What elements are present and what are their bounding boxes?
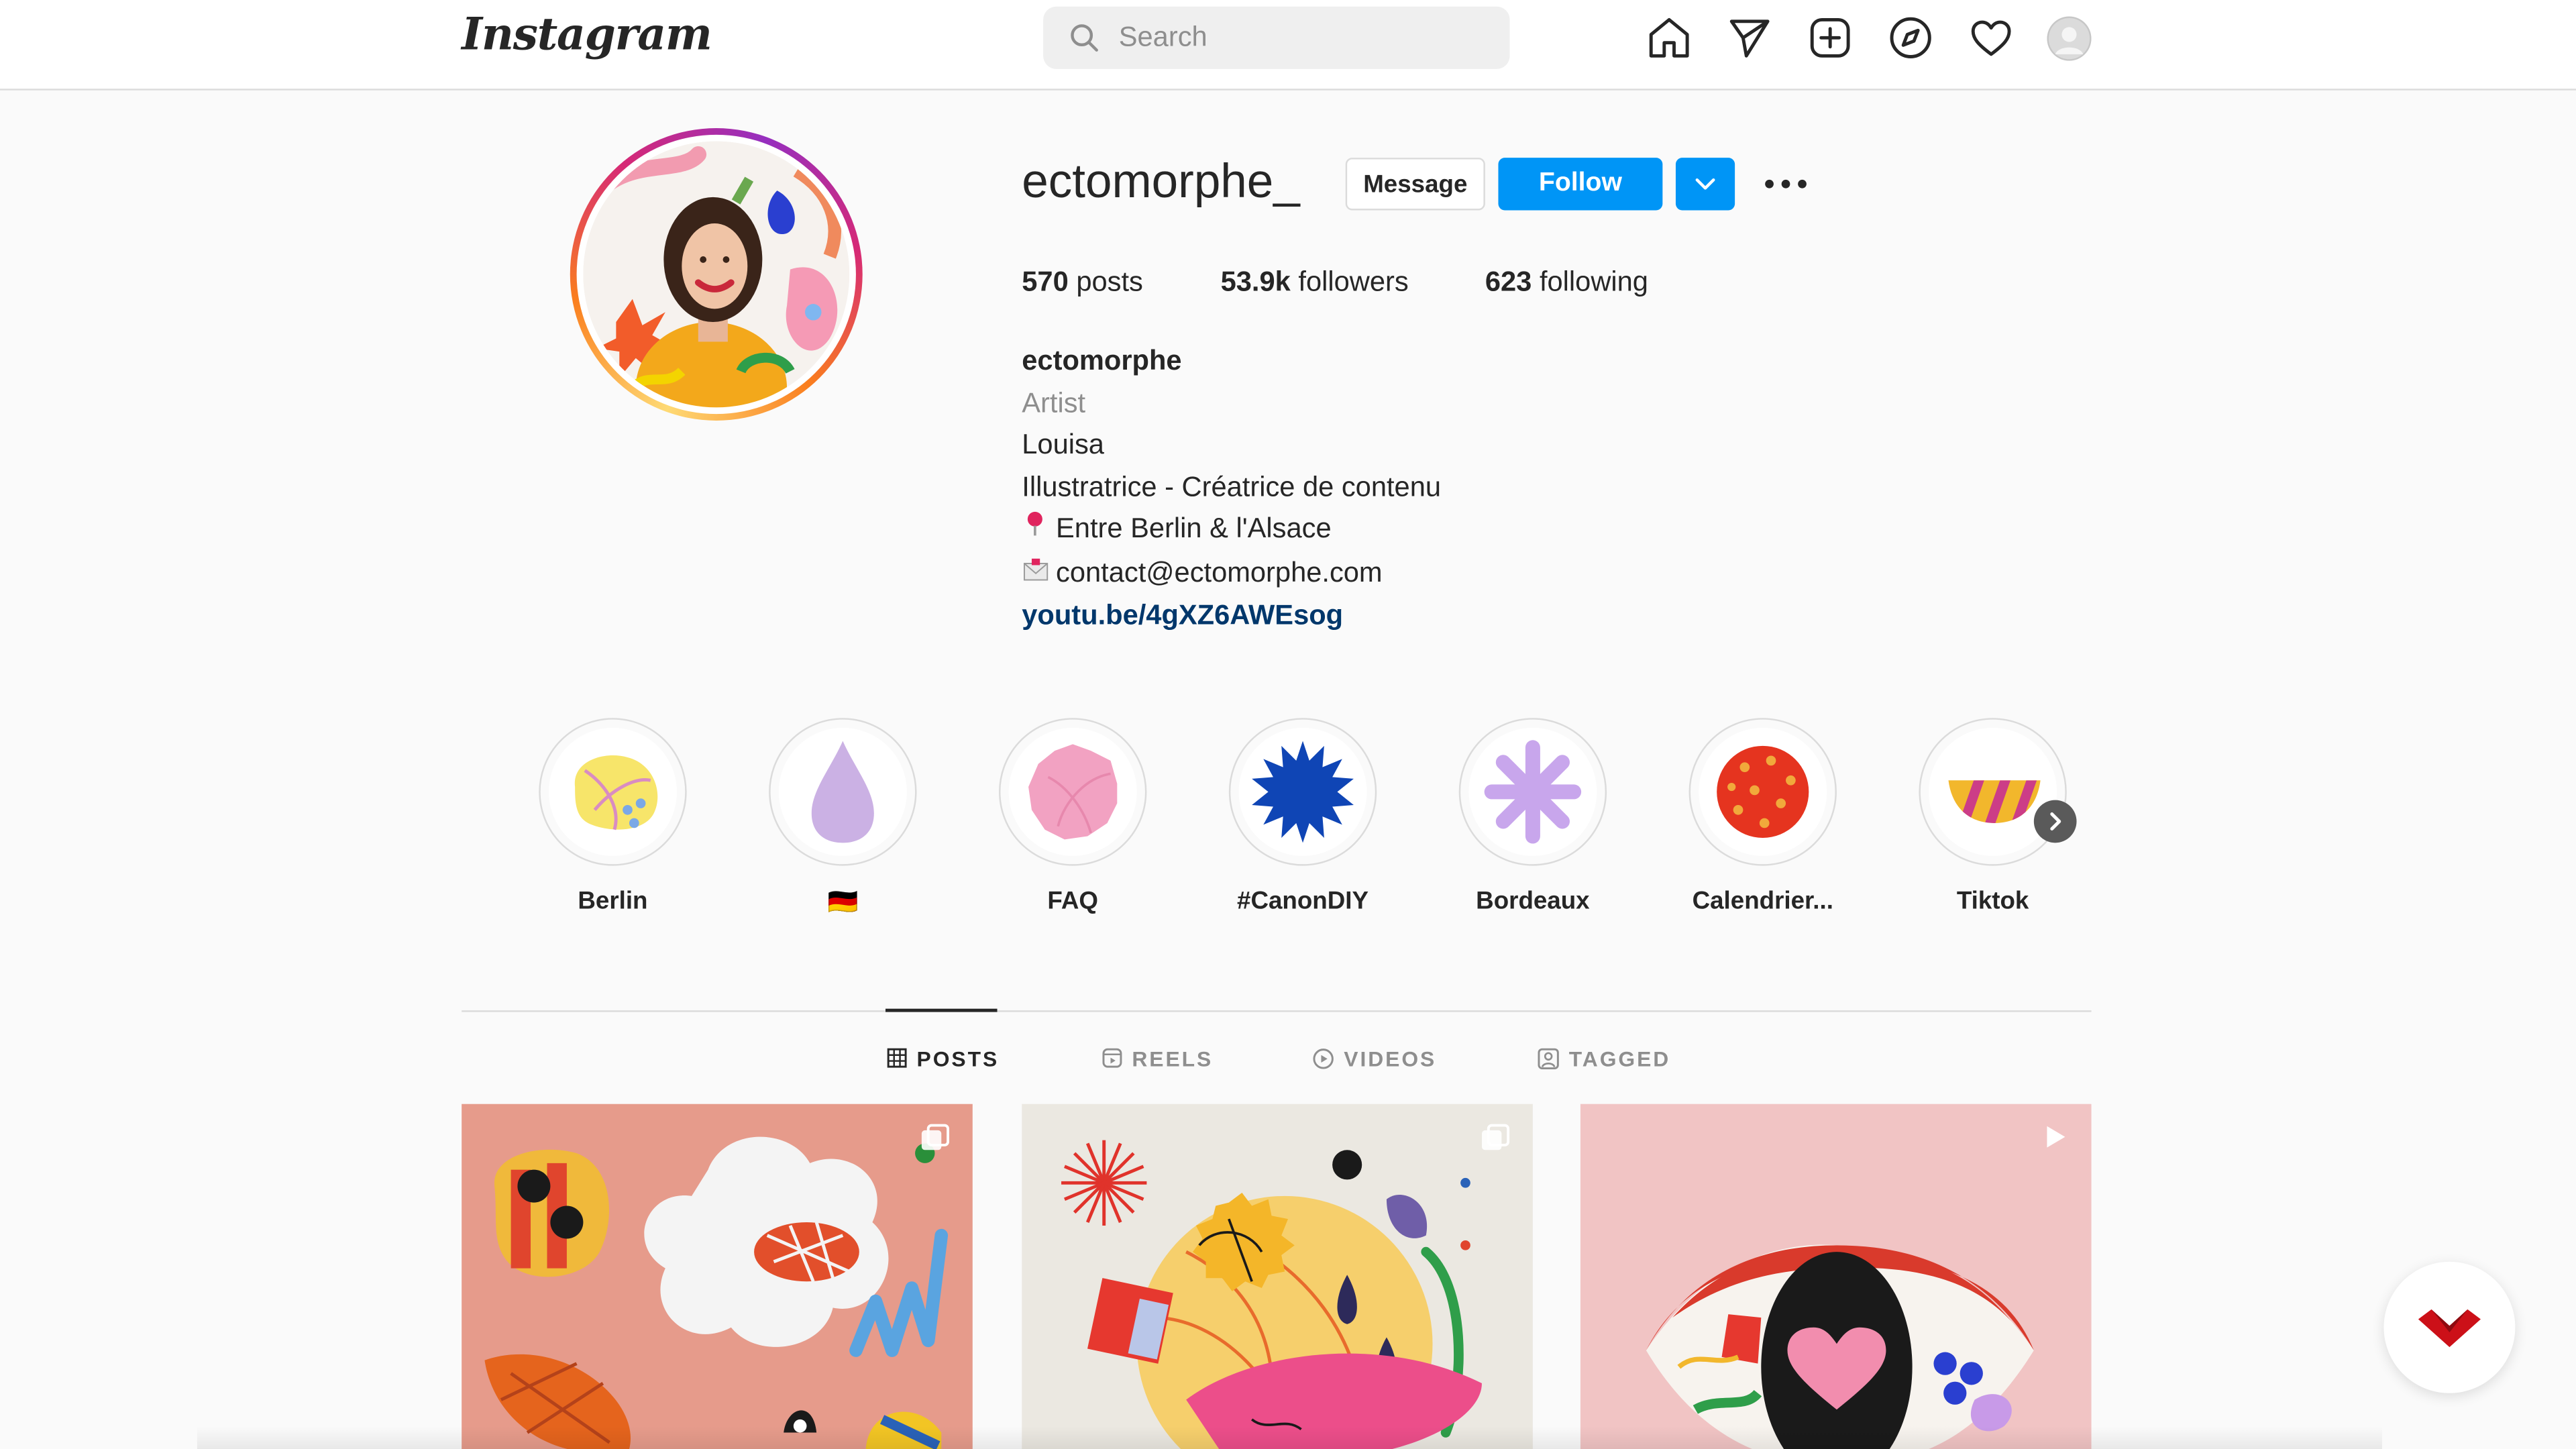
post-thumbnail[interactable] <box>1580 1104 2092 1449</box>
grid-icon <box>887 1048 907 1068</box>
envelope-icon <box>1022 553 1048 594</box>
search-icon <box>1071 24 1098 52</box>
post-image <box>484 1136 949 1449</box>
top-navigation-bar: Instagram <box>0 0 2576 91</box>
tab-posts[interactable]: POSTS <box>887 1043 999 1073</box>
followers-count[interactable]: 53.9k followers <box>1221 266 1409 299</box>
highlight-label: #CanonDIY <box>1237 887 1369 916</box>
highlight-faq[interactable]: FAQ <box>998 718 1147 915</box>
highlight-canondiy[interactable]: #CanonDIY <box>1228 718 1377 915</box>
post-thumbnail[interactable] <box>462 1104 973 1449</box>
post-thumbnail[interactable] <box>1022 1104 1533 1449</box>
tabs-divider <box>462 1010 2092 1012</box>
following-count-label: following <box>1539 266 1648 298</box>
profile-bio: ectomorphe Artist Louisa Illustratrice -… <box>1022 340 1441 637</box>
new-post-button[interactable] <box>1805 13 1854 62</box>
chevron-down-icon <box>1695 178 1715 190</box>
highlight-label: Tiktok <box>1956 887 2029 916</box>
tab-label: REELS <box>1132 1045 1214 1071</box>
activity-button[interactable] <box>1966 13 2015 62</box>
posts-count-label: posts <box>1076 266 1143 298</box>
highlight-label: 🇩🇪 <box>827 888 859 917</box>
chevron-right-icon <box>2050 812 2061 830</box>
tab-label: VIDEOS <box>1344 1045 1437 1071</box>
highlight-cover <box>778 727 907 856</box>
more-options-button[interactable] <box>1761 161 1810 207</box>
posts-count: 570 posts <box>1022 266 1143 299</box>
carousel-icon <box>921 1124 950 1150</box>
tab-videos[interactable]: VIDEOS <box>1313 1043 1436 1073</box>
instagram-logo[interactable]: Instagram <box>462 10 712 61</box>
bio-line-location: Entre Berlin & l'Alsace <box>1022 508 1441 551</box>
page-bottom-shadow <box>197 1426 2383 1449</box>
profile-username: ectomorphe_ <box>1022 156 1300 209</box>
highlight-cover <box>1699 727 1827 856</box>
followers-count-label: followers <box>1298 266 1409 298</box>
new-post-icon <box>1810 17 1850 58</box>
profile-picture <box>583 141 850 408</box>
explore-icon <box>1890 17 1931 58</box>
highlight-cover <box>1008 727 1137 856</box>
reels-icon <box>1102 1048 1122 1068</box>
highlight-label: Calendrier... <box>1692 887 1833 916</box>
heart-icon <box>1971 20 2011 56</box>
highlight-tiktok[interactable]: Tiktok <box>1919 718 2067 915</box>
highlight-cover <box>1468 727 1597 856</box>
play-circle-icon <box>1313 1047 1334 1069</box>
highlight-bordeaux[interactable]: Bordeaux <box>1458 718 1607 915</box>
location-text: Entre Berlin & l'Alsace <box>1056 513 1332 544</box>
highlight-cover <box>548 727 677 856</box>
highlight-berlin[interactable]: Berlin <box>539 718 687 915</box>
profile-avatar[interactable] <box>2047 16 2092 61</box>
extension-logo-icon <box>2418 1309 2481 1348</box>
explore-button[interactable] <box>1886 13 1935 62</box>
home-icon <box>1649 17 1689 58</box>
tagged-user-icon <box>1538 1047 1559 1069</box>
highlight-label: Berlin <box>578 887 648 916</box>
highlight-calendrier[interactable]: Calendrier... <box>1688 718 1837 915</box>
bio-line-email: contact@ectomorphe.com <box>1022 551 1441 595</box>
tab-reels[interactable]: REELS <box>1102 1043 1213 1073</box>
avatar-placeholder-icon <box>2047 16 2092 61</box>
posts-count-value: 570 <box>1022 266 1069 298</box>
more-horizontal-icon <box>1765 179 1807 189</box>
full-name: ectomorphe <box>1022 345 1182 376</box>
post-image <box>1061 1140 1482 1449</box>
account-category: Artist <box>1022 386 1086 419</box>
active-tab-indicator <box>885 1008 998 1012</box>
following-count-value: 623 <box>1485 266 1532 298</box>
search-box[interactable] <box>1043 6 1510 69</box>
highlight-label: Bordeaux <box>1476 887 1590 916</box>
carousel-icon <box>1481 1124 1510 1150</box>
bio-external-link[interactable]: youtu.be/4gXZ6AWEsog <box>1022 600 1343 631</box>
search-input[interactable] <box>1118 6 1481 69</box>
highlights-next-button[interactable] <box>2033 800 2077 843</box>
bio-line-name: Louisa <box>1022 429 1104 460</box>
message-button[interactable]: Message <box>1345 158 1485 211</box>
following-count[interactable]: 623 following <box>1485 266 1648 299</box>
direct-messages-button[interactable] <box>1725 13 1774 62</box>
floating-extension-button[interactable] <box>2383 1261 2516 1393</box>
profile-picture-story-ring[interactable] <box>570 128 863 421</box>
tab-label: POSTS <box>916 1045 1000 1071</box>
tab-tagged[interactable]: TAGGED <box>1538 1043 1670 1073</box>
followers-count-value: 53.9k <box>1220 266 1291 298</box>
highlight-cover <box>1238 727 1367 856</box>
bio-line-description: Illustratrice - Créatrice de contenu <box>1022 470 1442 502</box>
post-image <box>1646 1244 2034 1449</box>
highlight-label: FAQ <box>1047 887 1098 916</box>
home-button[interactable] <box>1644 13 1693 62</box>
email-text: contact@ectomorphe.com <box>1056 555 1383 588</box>
tab-label: TAGGED <box>1568 1045 1671 1071</box>
highlight-cover <box>1929 727 2057 856</box>
location-pin-icon <box>1022 509 1048 551</box>
reel-play-icon <box>2047 1126 2065 1148</box>
highlight-germany[interactable]: 🇩🇪 <box>769 718 917 917</box>
direct-icon <box>1729 19 1770 58</box>
suggested-accounts-button[interactable] <box>1675 158 1735 211</box>
follow-button[interactable]: Follow <box>1498 158 1663 211</box>
profile-photo-illustration <box>583 141 850 408</box>
